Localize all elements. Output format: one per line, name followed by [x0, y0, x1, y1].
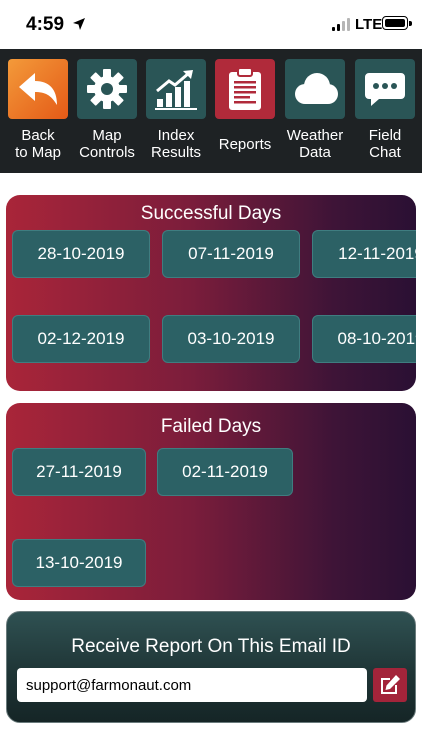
failed-date-button[interactable]: 13-10-2019	[12, 539, 146, 587]
email-report-panel: Receive Report On This Email ID	[6, 611, 416, 723]
failed-date-button[interactable]: 02-11-2019	[157, 448, 293, 496]
clipboard-icon	[215, 59, 275, 119]
tool-label-line1: Weather	[286, 127, 344, 144]
successful-date-button[interactable]: 28-10-2019	[12, 230, 150, 278]
location-arrow-icon	[73, 18, 85, 30]
successful-days-title: Successful Days	[140, 203, 282, 224]
index-results-button[interactable]: Index Results	[143, 59, 209, 161]
map-controls-button[interactable]: Map Controls	[74, 59, 140, 161]
successful-date-button[interactable]: 07-11-2019	[162, 230, 300, 278]
network-type: LTE	[355, 16, 383, 33]
tool-label-line1: Map	[92, 127, 122, 144]
field-chat-button[interactable]: Field Chat	[352, 59, 418, 161]
weather-data-button[interactable]: Weather Data	[282, 59, 348, 161]
tool-label-line2: Results	[150, 144, 202, 161]
failed-date-button[interactable]: 27-11-2019	[12, 448, 146, 496]
successful-date-button[interactable]: 02-12-2019	[12, 315, 150, 363]
growth-chart-icon	[146, 59, 206, 119]
email-field[interactable]	[17, 668, 367, 702]
cloud-icon	[285, 59, 345, 119]
battery-icon	[382, 16, 412, 30]
successful-days-panel: Successful Days 28-10-2019 07-11-2019 12…	[6, 195, 416, 391]
email-report-title: Receive Report On This Email ID	[71, 636, 351, 657]
reports-button[interactable]: Reports	[212, 59, 278, 153]
tool-label-line2: to Map	[15, 144, 61, 161]
tool-label-line2: Data	[299, 144, 331, 161]
edit-email-button[interactable]	[373, 668, 407, 702]
top-toolbar: Back to Map Map Controls Index Results R…	[0, 49, 422, 173]
failed-days-panel: Failed Days 27-11-2019 02-11-2019 13-10-…	[6, 403, 416, 600]
back-to-map-button[interactable]: Back to Map	[5, 59, 71, 161]
tool-label-line1: Back	[21, 127, 55, 144]
tool-label-line2: Chat	[369, 144, 401, 161]
tool-label-line1: Reports	[218, 136, 272, 153]
successful-date-button[interactable]: 08-10-2019	[312, 315, 416, 363]
chat-bubble-icon	[355, 59, 415, 119]
tool-label-line1: Field	[368, 127, 402, 144]
successful-date-button[interactable]: 12-11-2019	[312, 230, 416, 278]
back-arrow-icon	[8, 59, 68, 119]
gear-icon	[77, 59, 137, 119]
status-bar: 4:59 LTE	[0, 0, 422, 48]
failed-days-title: Failed Days	[160, 416, 262, 437]
successful-date-button[interactable]: 03-10-2019	[162, 315, 300, 363]
tool-label-line1: Index	[157, 127, 195, 144]
edit-icon	[381, 675, 400, 694]
signal-strength-icon	[332, 18, 352, 31]
tool-label-line2: Controls	[79, 144, 135, 161]
status-time: 4:59	[26, 14, 65, 35]
